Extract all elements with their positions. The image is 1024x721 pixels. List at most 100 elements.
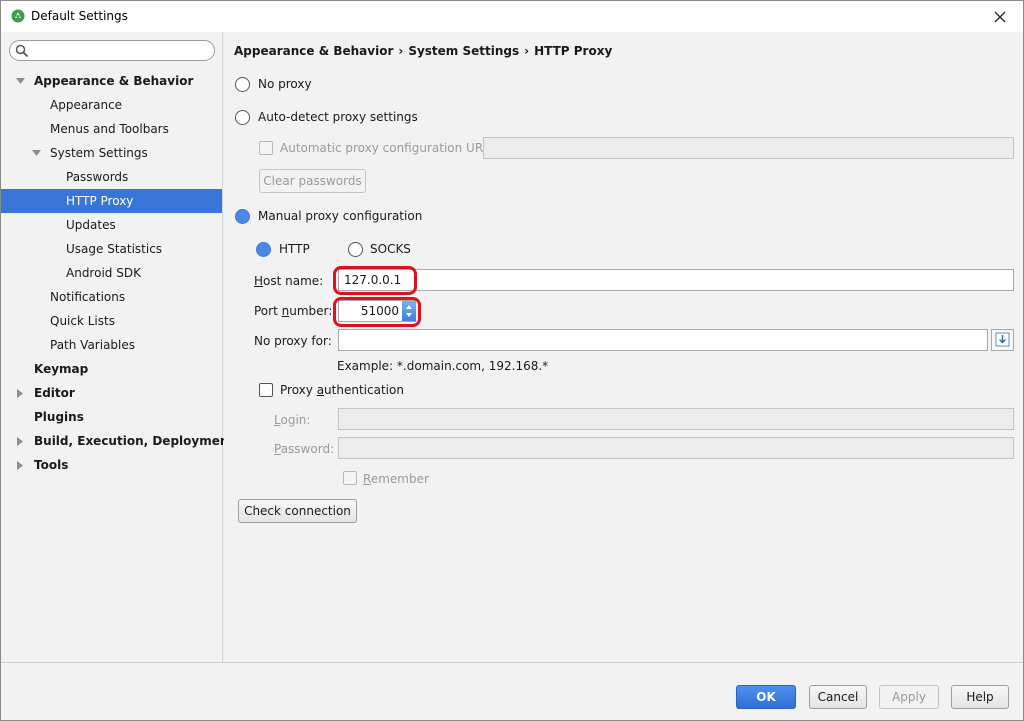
http-proxy-panel: Appearance & Behavior › System Settings › HT… xyxy=(224,32,1023,662)
window-title: Default Settings xyxy=(31,9,128,23)
sidebar-item-label: Usage Statistics xyxy=(66,242,163,256)
sidebar-item-http-proxy[interactable]: HTTP Proxy xyxy=(1,189,222,213)
check-connection-button[interactable]: Check connection xyxy=(238,499,357,523)
no-proxy-for-input[interactable] xyxy=(338,329,988,351)
sidebar-item-label: Quick Lists xyxy=(50,314,115,328)
cancel-button[interactable]: Cancel xyxy=(809,685,867,709)
http-label: HTTP xyxy=(279,242,310,256)
port-number-annotation-highlight xyxy=(333,297,421,327)
proxy-authentication-label-start: Proxy xyxy=(280,383,317,397)
tree-collapsed-arrow-icon[interactable] xyxy=(15,381,25,405)
breadcrumb: Appearance & Behavior › System Settings › HT… xyxy=(234,44,612,58)
socks-label: SOCKS xyxy=(370,242,411,256)
password-input[interactable] xyxy=(338,437,1014,459)
sidebar-item-label: HTTP Proxy xyxy=(66,194,134,208)
sidebar-item-label: Notifications xyxy=(50,290,126,304)
close-button[interactable] xyxy=(977,1,1023,32)
host-name-label: Host name: xyxy=(254,274,323,288)
dialog-footer: OK Cancel Apply Help xyxy=(1,662,1023,720)
manual-proxy-radio[interactable] xyxy=(235,209,250,224)
port-number-label: Port number: xyxy=(254,304,332,318)
sidebar-item-editor[interactable]: Editor xyxy=(1,381,222,405)
proxy-authentication-label: Proxy authentication xyxy=(280,383,404,397)
search-icon xyxy=(15,44,29,58)
remember-checkbox[interactable] xyxy=(343,471,357,485)
auto-detect-radio[interactable] xyxy=(235,110,250,125)
sidebar-item-build-execution-deployment[interactable]: Build, Execution, Deployment xyxy=(1,429,234,453)
remember-mnemonic: R xyxy=(363,472,371,486)
no-proxy-radio[interactable] xyxy=(235,77,250,92)
sidebar-item-menus-and-toolbars[interactable]: Menus and Toolbars xyxy=(1,117,222,141)
sidebar-item-keymap[interactable]: Keymap xyxy=(1,357,222,381)
auto-detect-label: Auto-detect proxy settings xyxy=(258,110,418,124)
sidebar-item-label: Updates xyxy=(66,218,116,232)
sidebar-item-label: Menus and Toolbars xyxy=(50,122,169,136)
host-name-mnemonic: H xyxy=(254,274,264,288)
expand-field-button[interactable] xyxy=(991,329,1014,351)
host-name-annotation-highlight xyxy=(333,266,417,295)
host-name-label-text: ost name: xyxy=(263,274,324,288)
sidebar-item-usage-statistics[interactable]: Usage Statistics xyxy=(1,237,222,261)
sidebar-item-label: Tools xyxy=(34,458,69,472)
sidebar-item-label: Passwords xyxy=(66,170,129,184)
password-label-text: assword: xyxy=(280,442,335,456)
sidebar-item-quick-lists[interactable]: Quick Lists xyxy=(1,309,222,333)
tree-expanded-arrow-icon[interactable] xyxy=(15,69,25,93)
password-mnemonic: P xyxy=(274,442,281,456)
http-radio[interactable] xyxy=(256,242,271,257)
auto-config-url-input[interactable] xyxy=(483,137,1014,159)
host-name-input[interactable]: 127.0.0.1 xyxy=(338,269,1014,291)
no-proxy-example-text: Example: *.domain.com, 192.168.* xyxy=(337,359,549,373)
breadcrumb-separator: › xyxy=(398,44,404,58)
apply-button[interactable]: Apply xyxy=(879,685,939,709)
settings-dialog: Default Settings Appearance & Behavior Ap… xyxy=(0,0,1024,721)
proxy-authentication-checkbox[interactable] xyxy=(259,383,273,397)
sidebar-item-android-sdk[interactable]: Android SDK xyxy=(1,261,222,285)
sidebar-item-appearance-behavior[interactable]: Appearance & Behavior xyxy=(1,69,222,93)
expand-field-icon xyxy=(995,332,1010,347)
tree-collapsed-arrow-icon[interactable] xyxy=(15,453,25,477)
tree-collapsed-arrow-icon[interactable] xyxy=(15,429,25,453)
tree-expanded-arrow-icon[interactable] xyxy=(31,141,41,165)
manual-proxy-label: Manual proxy configuration xyxy=(258,209,423,223)
sidebar-item-tools[interactable]: Tools xyxy=(1,453,222,477)
ok-button[interactable]: OK xyxy=(736,685,796,709)
settings-search-box[interactable] xyxy=(9,40,215,61)
remember-label-text: emember xyxy=(370,472,429,486)
title-bar: Default Settings xyxy=(1,1,1023,32)
auto-config-url-checkbox[interactable] xyxy=(259,141,273,155)
help-button[interactable]: Help xyxy=(951,685,1009,709)
login-label-text: ogin: xyxy=(280,413,311,427)
search-input[interactable] xyxy=(32,42,210,59)
sidebar-item-label: Android SDK xyxy=(66,266,141,280)
sidebar-item-plugins[interactable]: Plugins xyxy=(1,405,222,429)
no-proxy-label: No proxy xyxy=(258,77,312,91)
proxy-authentication-mnemonic: a xyxy=(316,383,325,397)
breadcrumb-separator: › xyxy=(524,44,530,58)
breadcrumb-http-proxy: HTTP Proxy xyxy=(534,44,613,58)
socks-radio[interactable] xyxy=(348,242,363,257)
sidebar-item-label: Editor xyxy=(34,386,75,400)
sidebar-item-appearance[interactable]: Appearance xyxy=(1,93,222,117)
sidebar-item-passwords[interactable]: Passwords xyxy=(1,165,222,189)
sidebar-item-path-variables[interactable]: Path Variables xyxy=(1,333,222,357)
port-number-label-start: Port xyxy=(254,304,282,318)
sidebar-item-system-settings[interactable]: System Settings xyxy=(1,141,222,165)
android-studio-icon xyxy=(11,9,25,23)
breadcrumb-system-settings: System Settings xyxy=(408,44,520,58)
login-input[interactable] xyxy=(338,408,1014,430)
breadcrumb-appearance-behavior: Appearance & Behavior xyxy=(234,44,394,58)
sidebar-item-label: Plugins xyxy=(34,410,84,424)
sidebar-item-notifications[interactable]: Notifications xyxy=(1,285,222,309)
sidebar-item-label: Path Variables xyxy=(50,338,136,352)
password-label: Password: xyxy=(274,442,334,456)
clear-passwords-button[interactable]: Clear passwords xyxy=(259,169,366,193)
sidebar-item-label: Keymap xyxy=(34,362,89,376)
proxy-authentication-label-end: uthentication xyxy=(324,383,404,397)
sidebar-item-label: Build, Execution, Deployment xyxy=(34,434,235,448)
sidebar-item-label: Appearance & Behavior xyxy=(34,74,194,88)
sidebar-item-updates[interactable]: Updates xyxy=(1,213,222,237)
sidebar-item-label: System Settings xyxy=(50,146,148,160)
login-label: Login: xyxy=(274,413,310,427)
remember-label: Remember xyxy=(363,472,429,486)
